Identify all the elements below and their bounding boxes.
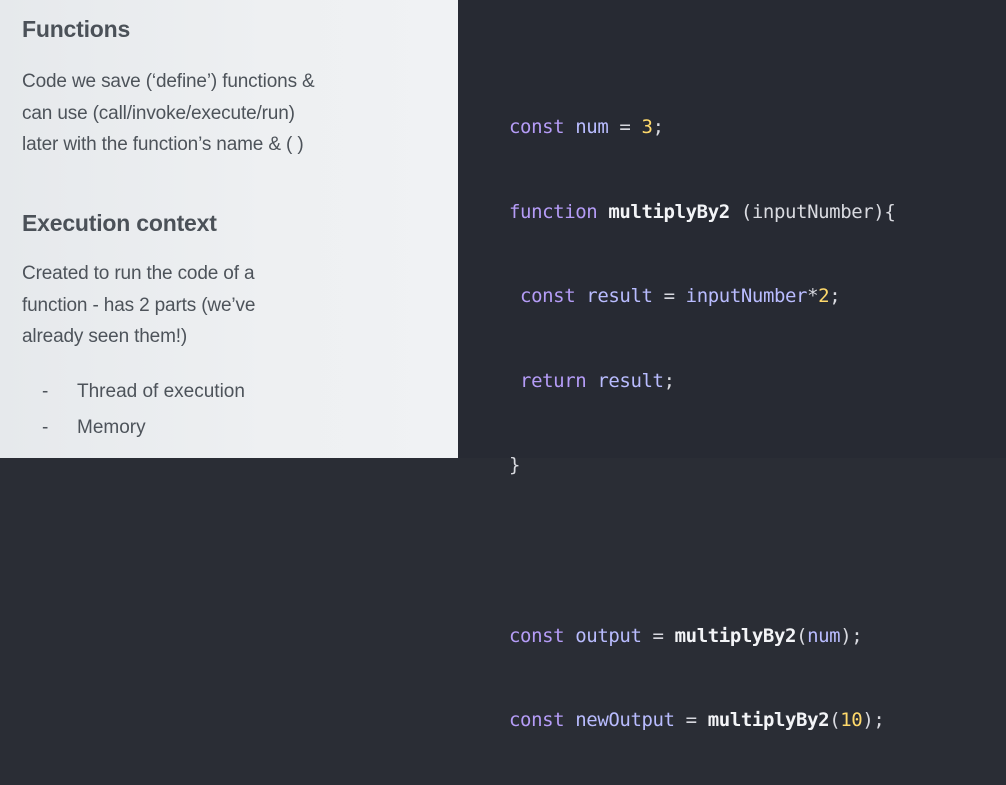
execution-context-description: Created to run the code of a function - … bbox=[22, 263, 256, 347]
keyword: return bbox=[520, 369, 587, 392]
keyword: const bbox=[509, 624, 565, 647]
bullet-dash: - bbox=[42, 381, 49, 402]
punctuation: ; bbox=[652, 116, 664, 138]
code-line-3: const result = inputNumber*2; bbox=[509, 276, 895, 317]
punctuation: ( bbox=[796, 624, 808, 647]
argument: num bbox=[807, 624, 841, 647]
execution-context-heading: Execution context bbox=[22, 210, 217, 236]
operator: = bbox=[619, 116, 631, 138]
code-line-5: } bbox=[509, 445, 895, 486]
number-literal: 2 bbox=[818, 285, 830, 307]
identifier: output bbox=[575, 624, 642, 647]
list-item: - Thread of execution bbox=[22, 374, 245, 410]
function-name: multiplyBy2 bbox=[608, 200, 730, 223]
identifier: num bbox=[575, 116, 609, 138]
function-call: multiplyBy2 bbox=[707, 709, 830, 731]
list-item-label: Memory bbox=[77, 417, 146, 438]
code-line-1: const num = 3; bbox=[509, 107, 895, 148]
execution-context-parts: - Thread of execution - Memory bbox=[22, 374, 245, 446]
punctuation: ); bbox=[862, 709, 885, 731]
list-item-label: Thread of execution bbox=[77, 381, 245, 402]
keyword: function bbox=[509, 200, 598, 223]
slide: Functions Code we save (‘define’) functi… bbox=[0, 0, 1006, 731]
closing-brace: } bbox=[509, 454, 521, 476]
parameter-list: (inputNumber){ bbox=[740, 200, 896, 223]
code-line-7: const newOutput = multiplyBy2(10); bbox=[509, 700, 895, 741]
operator: = bbox=[652, 624, 664, 647]
code-block: const num = 3; function multiplyBy2 (inp… bbox=[509, 63, 896, 785]
code-line-6: const output = multiplyBy2(num); bbox=[509, 616, 895, 657]
notes-panel: Functions Code we save (‘define’) functi… bbox=[0, 0, 458, 458]
code-line-4: return result; bbox=[509, 361, 895, 402]
operator: = bbox=[685, 709, 697, 731]
punctuation: ; bbox=[663, 369, 675, 392]
functions-description: Code we save (‘define’) functions & can … bbox=[22, 71, 315, 155]
punctuation: ( bbox=[829, 709, 841, 731]
bullet-dash: - bbox=[42, 417, 49, 438]
operator: * bbox=[807, 285, 819, 307]
identifier: result bbox=[597, 369, 664, 392]
punctuation: ); bbox=[840, 624, 863, 647]
identifier: newOutput bbox=[575, 709, 675, 731]
punctuation: ; bbox=[829, 285, 841, 307]
code-panel: const num = 3; function multiplyBy2 (inp… bbox=[458, 0, 1006, 731]
identifier: result bbox=[586, 285, 653, 307]
keyword: const bbox=[520, 285, 576, 307]
operator: = bbox=[663, 285, 675, 307]
keyword: const bbox=[509, 116, 565, 138]
keyword: const bbox=[509, 709, 565, 731]
number-literal: 10 bbox=[840, 709, 863, 731]
code-line-2: function multiplyBy2 (inputNumber){ bbox=[509, 192, 896, 233]
function-call: multiplyBy2 bbox=[674, 624, 797, 647]
number-literal: 3 bbox=[641, 116, 653, 138]
identifier: inputNumber bbox=[685, 285, 808, 307]
functions-heading: Functions bbox=[22, 16, 131, 42]
list-item: - Memory bbox=[22, 410, 245, 446]
